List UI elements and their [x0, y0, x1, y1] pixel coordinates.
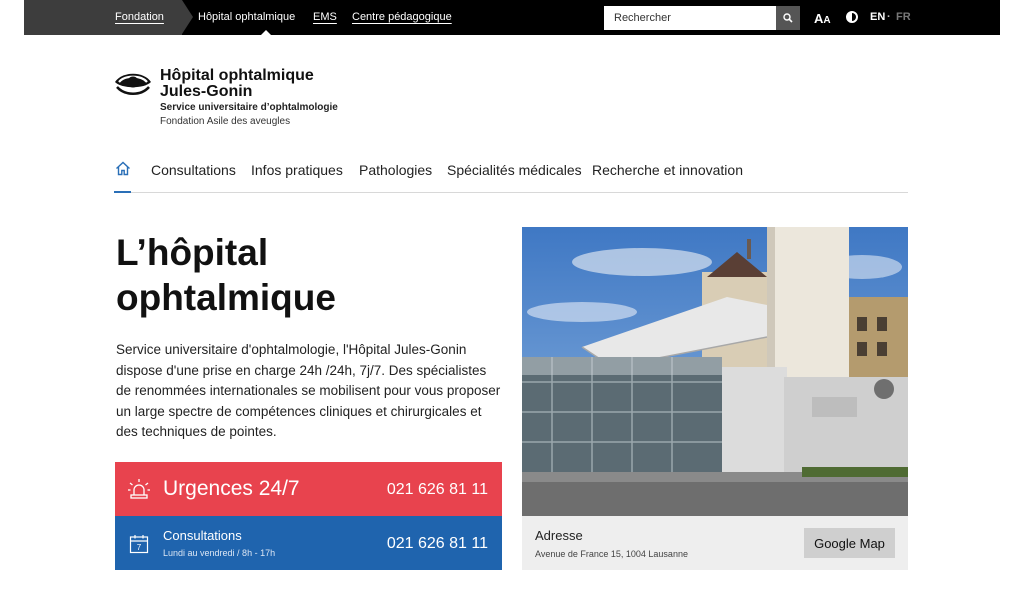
font-size-small-glyph: A [823, 15, 831, 26]
consultations-phone[interactable]: 021 626 81 11 [387, 535, 488, 553]
emergency-label: Urgences 24/7 [163, 477, 300, 500]
hospital-photo [522, 227, 908, 516]
address-value: Avenue de France 15, 1004 Lausanne [535, 549, 688, 559]
consultations-block[interactable]: 7 Consultations Lundi au vendredi / 8h -… [115, 516, 502, 570]
active-caret-icon [261, 30, 271, 35]
emergency-phone[interactable]: 021 626 81 11 [387, 481, 488, 499]
foundation-tab-arrow [182, 0, 193, 34]
page-title-line1: L’hôpital [116, 232, 269, 273]
search-button[interactable] [776, 6, 800, 30]
topbar-link-hopital[interactable]: Hôpital ophtalmique [198, 11, 295, 23]
topbar-link-centre-pedagogique[interactable]: Centre pédagogique [352, 11, 452, 23]
logo-title-line2: Jules-Gonin [160, 83, 253, 100]
home-active-underline [114, 191, 131, 193]
logo-title-line1: Hôpital ophtalmique [160, 67, 314, 84]
calendar-icon: 7 [129, 535, 149, 554]
intro-paragraph: Service universitaire d'ophtalmologie, l… [116, 342, 501, 439]
address-label: Adresse [535, 528, 583, 543]
emergency-block[interactable]: Urgences 24/7 021 626 81 11 [115, 462, 502, 516]
logo-subtitle-foundation: Fondation Asile des aveugles [160, 116, 291, 127]
contrast-icon[interactable] [846, 11, 858, 23]
topbar-link-fondation[interactable]: Fondation [115, 11, 164, 23]
main-nav: Consultations Infos pratiques Pathologie… [114, 160, 908, 193]
consultations-hours: Lundi au vendredi / 8h - 17h [163, 548, 276, 558]
topbar-link-ems[interactable]: EMS [313, 11, 337, 23]
calendar-day: 7 [137, 543, 142, 552]
google-map-button[interactable]: Google Map [804, 528, 895, 558]
siren-icon [128, 479, 150, 499]
font-size-big-glyph: A [814, 11, 824, 26]
consultations-label: Consultations [163, 528, 242, 543]
home-icon[interactable] [115, 161, 131, 176]
nav-infos-pratiques[interactable]: Infos pratiques [251, 162, 343, 178]
search-icon [783, 13, 793, 23]
page-title-line2: ophtalmique [116, 277, 336, 318]
address-block: Adresse Avenue de France 15, 1004 Lausan… [522, 516, 908, 570]
logo-title[interactable]: Hôpital ophtalmique Jules-Gonin [160, 68, 314, 100]
logo-subtitle: Service universitaire d’ophtalmologie [160, 102, 338, 113]
page-title: L’hôpital ophtalmique [116, 230, 496, 320]
lang-fr[interactable]: FR [896, 11, 911, 23]
lang-separator: · [887, 11, 891, 23]
nav-consultations[interactable]: Consultations [151, 162, 236, 178]
lang-en[interactable]: EN [870, 11, 885, 23]
eye-logo-icon[interactable] [114, 68, 152, 98]
font-size-toggle[interactable]: AA [814, 10, 831, 28]
nav-pathologies[interactable]: Pathologies [359, 162, 432, 178]
nav-specialites-medicales[interactable]: Spécialités médicales [447, 162, 582, 178]
nav-recherche-innovation[interactable]: Recherche et innovation [592, 162, 743, 178]
search-input[interactable] [604, 6, 776, 30]
top-bar: Fondation Hôpital ophtalmique EMS Centre… [24, 0, 1000, 35]
